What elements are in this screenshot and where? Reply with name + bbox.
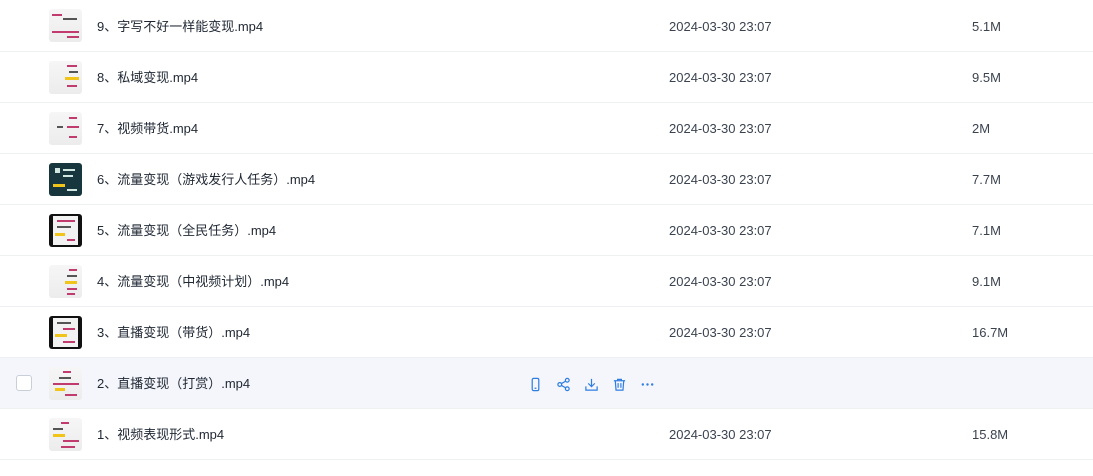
file-row[interactable]: 4、流量变现（中视频计划）.mp4 2024-03-30 23:07 9.1M (0, 256, 1093, 307)
file-name[interactable]: 7、视频带货.mp4 (97, 103, 198, 154)
download-icon[interactable] (582, 375, 600, 393)
file-list: 9、字写不好一样能变现.mp4 2024-03-30 23:07 5.1M 8、… (0, 0, 1093, 460)
video-thumbnail[interactable] (49, 367, 82, 400)
file-modified-time: 2024-03-30 23:07 (669, 121, 772, 136)
file-row[interactable]: 1、视频表现形式.mp4 2024-03-30 23:07 15.8M (0, 409, 1093, 460)
file-modified-time: 2024-03-30 23:07 (669, 325, 772, 340)
file-name[interactable]: 2、直播变现（打赏）.mp4 (97, 358, 250, 409)
file-row[interactable]: 8、私域变现.mp4 2024-03-30 23:07 9.5M (0, 52, 1093, 103)
delete-icon[interactable] (610, 375, 628, 393)
file-row-hovered[interactable]: 2、直播变现（打赏）.mp4 (0, 358, 1093, 409)
video-thumbnail[interactable] (49, 61, 82, 94)
file-size: 2M (972, 121, 991, 136)
video-thumbnail[interactable] (49, 112, 82, 145)
file-modified-time: 2024-03-30 23:07 (669, 70, 772, 85)
file-name[interactable]: 1、视频表现形式.mp4 (97, 409, 224, 460)
file-size: 7.7M (972, 172, 1001, 187)
video-thumbnail[interactable] (49, 163, 82, 196)
file-size: 16.7M (972, 325, 1009, 340)
row-actions (526, 375, 656, 393)
video-thumbnail[interactable] (49, 418, 82, 451)
video-thumbnail[interactable] (49, 9, 82, 42)
file-name[interactable]: 5、流量变现（全民任务）.mp4 (97, 205, 276, 256)
file-size: 7.1M (972, 223, 1001, 238)
share-icon[interactable] (554, 375, 572, 393)
file-name[interactable]: 9、字写不好一样能变现.mp4 (97, 1, 263, 52)
file-row[interactable]: 3、直播变现（带货）.mp4 2024-03-30 23:07 16.7M (0, 307, 1093, 358)
file-size: 15.8M (972, 427, 1009, 442)
file-name[interactable]: 3、直播变现（带货）.mp4 (97, 307, 250, 358)
file-modified-time: 2024-03-30 23:07 (669, 223, 772, 238)
file-row[interactable]: 6、流量变现（游戏发行人任务）.mp4 2024-03-30 23:07 7.7… (0, 154, 1093, 205)
video-thumbnail[interactable] (49, 214, 82, 247)
phone-icon[interactable] (526, 375, 544, 393)
file-modified-time: 2024-03-30 23:07 (669, 19, 772, 34)
file-row[interactable]: 5、流量变现（全民任务）.mp4 2024-03-30 23:07 7.1M (0, 205, 1093, 256)
file-modified-time: 2024-03-30 23:07 (669, 427, 772, 442)
row-checkbox[interactable] (16, 375, 32, 391)
more-icon[interactable] (638, 375, 656, 393)
file-name[interactable]: 4、流量变现（中视频计划）.mp4 (97, 256, 289, 307)
video-thumbnail[interactable] (49, 316, 82, 349)
file-name[interactable]: 6、流量变现（游戏发行人任务）.mp4 (97, 154, 315, 205)
file-name[interactable]: 8、私域变现.mp4 (97, 52, 198, 103)
file-modified-time: 2024-03-30 23:07 (669, 172, 772, 187)
file-size: 9.5M (972, 70, 1001, 85)
file-row[interactable]: 9、字写不好一样能变现.mp4 2024-03-30 23:07 5.1M (0, 0, 1093, 52)
file-size: 9.1M (972, 274, 1001, 289)
video-thumbnail[interactable] (49, 265, 82, 298)
file-size: 5.1M (972, 19, 1001, 34)
file-row[interactable]: 7、视频带货.mp4 2024-03-30 23:07 2M (0, 103, 1093, 154)
file-modified-time: 2024-03-30 23:07 (669, 274, 772, 289)
